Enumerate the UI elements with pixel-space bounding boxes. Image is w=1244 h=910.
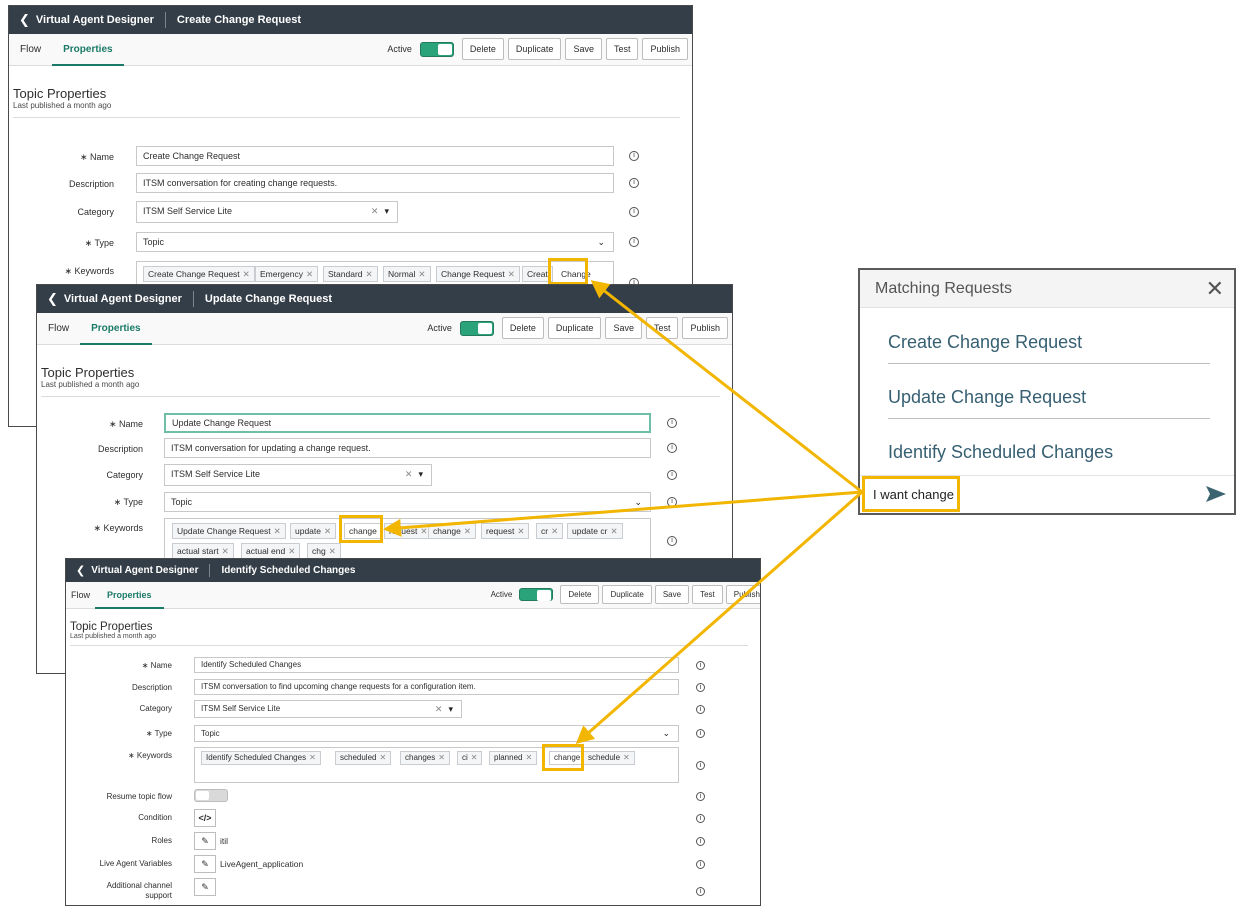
connector-arrows <box>383 280 863 744</box>
